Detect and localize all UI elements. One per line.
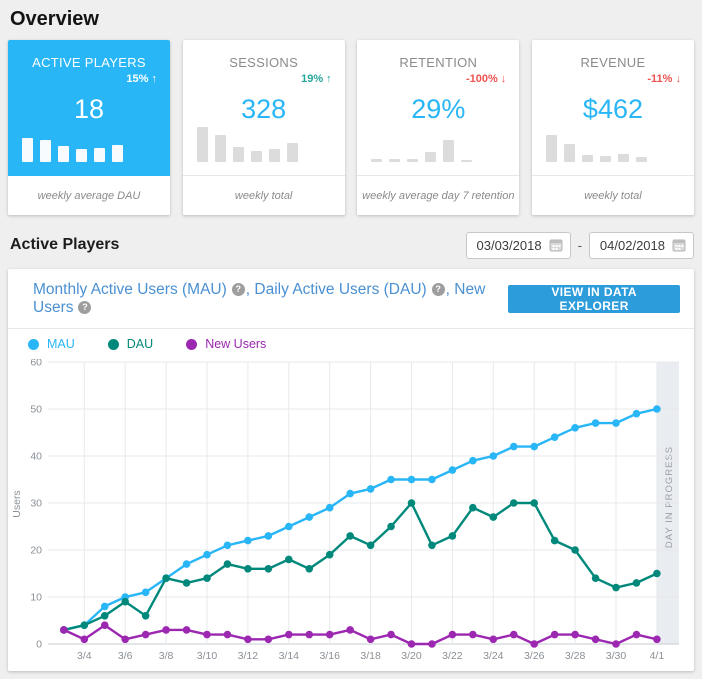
kpi-label: RETENTION	[357, 55, 519, 70]
sparkline-chart	[546, 126, 647, 162]
kpi-caption: weekly average DAU	[8, 176, 170, 215]
kpi-cards-row: ACTIVE PLAYERS 15% ↑ 18 weekly average D…	[8, 40, 694, 215]
page: Overview ACTIVE PLAYERS 15% ↑ 18 weekly …	[0, 0, 702, 671]
svg-text:40: 40	[30, 451, 42, 463]
panel-title: Monthly Active Users (MAU)?, Daily Activ…	[33, 281, 508, 317]
kpi-caption: weekly average day 7 retention	[357, 176, 519, 215]
kpi-delta: -11% ↓	[647, 73, 681, 85]
kpi-value: 29%	[357, 94, 519, 125]
legend-item-new-users[interactable]: New Users	[186, 337, 266, 351]
kpi-card-revenue[interactable]: REVENUE -11% ↓ $462 weekly total	[532, 40, 694, 215]
line-chart[interactable]: DAY IN PROGRESS 0 10 20 30 40 50 60 3/4 3/6 3/8 3/1…	[8, 359, 694, 671]
legend-dot-mau	[28, 339, 39, 350]
legend-item-dau[interactable]: DAU	[108, 337, 153, 351]
kpi-delta: -100% ↓	[466, 73, 506, 85]
svg-text:3/20: 3/20	[401, 650, 422, 662]
date-range-picker: 03/03/2018 - 04/02/2018	[466, 232, 695, 259]
help-icon[interactable]: ?	[432, 283, 445, 296]
kpi-caption: weekly total	[532, 176, 694, 215]
view-in-data-explorer-button[interactable]: VIEW IN DATA EXPLORER	[508, 285, 680, 313]
date-range-separator: -	[578, 238, 582, 253]
sparkline-chart	[371, 126, 472, 162]
legend-item-mau[interactable]: MAU	[28, 337, 75, 351]
date-to-input[interactable]: 04/02/2018	[589, 232, 694, 259]
line-chart-svg[interactable]: DAY IN PROGRESS 0 10 20 30 40 50 60 3/4 3/6 3/8 3/1…	[8, 359, 694, 671]
legend-dot-new-users	[186, 339, 197, 350]
svg-text:DAY IN PROGRESS: DAY IN PROGRESS	[664, 446, 675, 548]
svg-text:10: 10	[30, 592, 42, 604]
page-title: Overview	[10, 8, 694, 31]
panel-header: Monthly Active Users (MAU)?, Daily Activ…	[8, 269, 694, 329]
svg-text:3/4: 3/4	[77, 650, 92, 662]
kpi-card-top: RETENTION -100% ↓ 29%	[357, 40, 519, 176]
kpi-value: 18	[8, 94, 170, 125]
kpi-card-top: SESSIONS 19% ↑ 328	[183, 40, 345, 176]
svg-text:4/1: 4/1	[650, 650, 665, 662]
kpi-delta: 15% ↑	[126, 73, 157, 85]
sparkline-chart	[197, 126, 298, 162]
svg-text:3/30: 3/30	[606, 650, 627, 662]
section-title: Active Players	[10, 236, 119, 254]
kpi-delta: 19% ↑	[301, 73, 332, 85]
svg-text:60: 60	[30, 359, 42, 369]
kpi-card-top: ACTIVE PLAYERS 15% ↑ 18	[8, 40, 170, 176]
legend-dot-dau	[108, 339, 119, 350]
svg-text:3/22: 3/22	[442, 650, 463, 662]
kpi-card-active-players[interactable]: ACTIVE PLAYERS 15% ↑ 18 weekly average D…	[8, 40, 170, 215]
kpi-caption: weekly total	[183, 176, 345, 215]
svg-text:3/6: 3/6	[118, 650, 133, 662]
help-icon[interactable]: ?	[232, 283, 245, 296]
date-from-input[interactable]: 03/03/2018	[466, 232, 571, 259]
svg-text:0: 0	[36, 639, 42, 651]
sparkline-chart	[22, 126, 123, 162]
kpi-label: REVENUE	[532, 55, 694, 70]
svg-text:3/16: 3/16	[319, 650, 340, 662]
calendar-icon[interactable]	[549, 238, 563, 252]
svg-text:3/14: 3/14	[279, 650, 300, 662]
kpi-card-sessions[interactable]: SESSIONS 19% ↑ 328 weekly total	[183, 40, 345, 215]
svg-text:3/24: 3/24	[483, 650, 504, 662]
date-to-value: 04/02/2018	[600, 238, 665, 253]
kpi-label: ACTIVE PLAYERS	[8, 55, 170, 70]
svg-text:30: 30	[30, 498, 42, 510]
svg-text:3/10: 3/10	[197, 650, 218, 662]
legend-label: MAU	[47, 337, 75, 351]
section-header: Active Players 03/03/2018 - 04/02/2018	[8, 231, 694, 259]
legend-label: New Users	[205, 337, 266, 351]
svg-text:3/26: 3/26	[524, 650, 545, 662]
kpi-label: SESSIONS	[183, 55, 345, 70]
date-from-value: 03/03/2018	[477, 238, 542, 253]
kpi-value: $462	[532, 94, 694, 125]
svg-text:20: 20	[30, 545, 42, 557]
kpi-card-retention[interactable]: RETENTION -100% ↓ 29% weekly average day…	[357, 40, 519, 215]
active-players-panel: Monthly Active Users (MAU)?, Daily Activ…	[8, 269, 694, 671]
calendar-icon[interactable]	[672, 238, 686, 252]
metric-link-mau[interactable]: Monthly Active Users (MAU)	[33, 281, 227, 298]
svg-text:Users: Users	[11, 490, 23, 517]
kpi-card-top: REVENUE -11% ↓ $462	[532, 40, 694, 176]
svg-text:3/18: 3/18	[360, 650, 381, 662]
chart-legend: MAU DAU New Users	[8, 329, 694, 359]
svg-text:3/28: 3/28	[565, 650, 586, 662]
svg-text:3/12: 3/12	[238, 650, 259, 662]
legend-label: DAU	[127, 337, 153, 351]
title-separator: ,	[246, 281, 250, 298]
title-separator: ,	[446, 281, 450, 298]
svg-text:50: 50	[30, 404, 42, 416]
help-icon[interactable]: ?	[78, 301, 91, 314]
svg-text:3/8: 3/8	[159, 650, 174, 662]
kpi-value: 328	[183, 94, 345, 125]
metric-link-dau[interactable]: Daily Active Users (DAU)	[254, 281, 426, 298]
